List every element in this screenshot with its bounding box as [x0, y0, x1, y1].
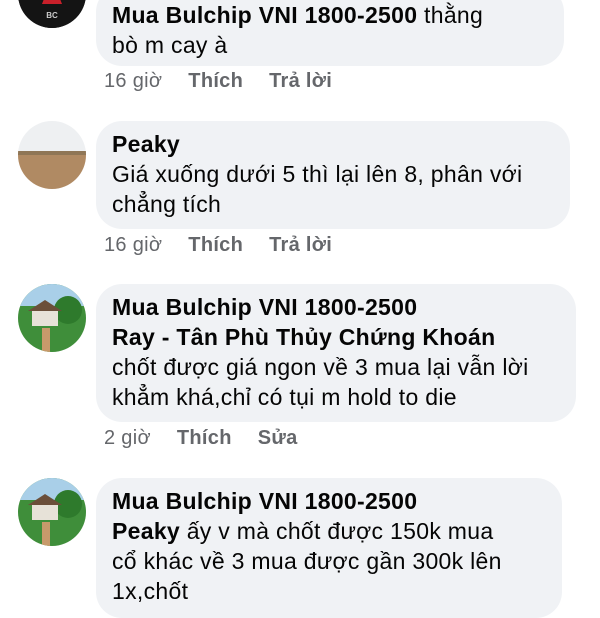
comment-text: thằng: [417, 2, 484, 28]
comment-bubble: Peaky Giá xuống dưới 5 thì lại lên 8, ph…: [96, 121, 570, 229]
commenter-avatar[interactable]: [18, 478, 86, 546]
comment-time[interactable]: 16 giờ: [104, 70, 162, 93]
commenter-avatar[interactable]: BC: [18, 0, 86, 28]
commenter-avatar[interactable]: [18, 121, 86, 189]
comment-text: 1x,chốt: [112, 578, 189, 604]
comment-line: Giá xuống dưới 5 thì lại lên 8, phân với: [112, 159, 554, 189]
comment-text: Giá xuống dưới 5 thì lại lên 8, phân với: [112, 161, 523, 187]
house-avatar-image: [18, 284, 86, 352]
like-button[interactable]: Thích: [188, 70, 243, 93]
comment-line: Mua Bulchip VNI 1800-2500: [112, 292, 560, 322]
like-button[interactable]: Thích: [177, 427, 232, 450]
comment-bubble: Mua Bulchip VNI 1800-2500 Peaky ấy v mà …: [96, 478, 562, 618]
comment-bubble: Mua Bulchip VNI 1800-2500 Ray - Tân Phù …: [96, 284, 576, 422]
comment-actions: 2 giờ Thích Sửa: [104, 427, 298, 450]
comment-text: chẳng tích: [112, 191, 222, 217]
edit-button[interactable]: Sửa: [258, 427, 298, 450]
comment-line: 1x,chốt: [112, 576, 546, 606]
house-avatar-image: [18, 478, 86, 546]
comment-author[interactable]: Mua Bulchip VNI 1800-2500: [112, 294, 417, 320]
comment-text: cổ khác về 3 mua được gần 300k lên: [112, 548, 502, 574]
comment-line: chốt được giá ngon về 3 mua lại vẫn lời: [112, 352, 560, 382]
commenter-avatar[interactable]: [18, 284, 86, 352]
comment-actions: 16 giờ Thích Trả lời: [104, 234, 332, 257]
comment-line: bò m cay à: [112, 30, 548, 60]
field-avatar-image: [18, 121, 86, 189]
comment-line: cổ khác về 3 mua được gần 300k lên: [112, 546, 546, 576]
comment-line: khẳm khá,chỉ có tụi m hold to die: [112, 382, 560, 412]
comment-line: Mua Bulchip VNI 1800-2500: [112, 486, 546, 516]
comment-text: khẳm khá,chỉ có tụi m hold to die: [112, 384, 457, 410]
comment-text: bò m cay à: [112, 32, 228, 58]
reply-button[interactable]: Trả lời: [269, 234, 332, 257]
comment-line: Mua Bulchip VNI 1800-2500 thằng: [112, 0, 548, 30]
comment-author[interactable]: Peaky: [112, 131, 180, 157]
avatar-logo-text: BC: [46, 11, 58, 20]
comment-actions: 16 giờ Thích Trả lời: [104, 70, 332, 93]
comment-bubble: Mua Bulchip VNI 1800-2500 thằng bò m cay…: [96, 0, 564, 66]
comment-line: chẳng tích: [112, 189, 554, 219]
comment-author[interactable]: Mua Bulchip VNI 1800-2500: [112, 488, 417, 514]
comment-line: Peaky ấy v mà chốt được 150k mua: [112, 516, 546, 546]
comment-text: chốt được giá ngon về 3 mua lại vẫn lời: [112, 354, 529, 380]
mentioned-user[interactable]: Peaky: [112, 518, 180, 544]
comment-time[interactable]: 2 giờ: [104, 427, 151, 450]
comment-author[interactable]: Mua Bulchip VNI 1800-2500: [112, 2, 417, 28]
logo-avatar-image: BC: [18, 0, 86, 28]
comment-line: Peaky: [112, 129, 554, 159]
mentioned-user[interactable]: Ray - Tân Phù Thủy Chứng Khoán: [112, 324, 495, 350]
comment-time[interactable]: 16 giờ: [104, 234, 162, 257]
comment-line: Ray - Tân Phù Thủy Chứng Khoán: [112, 322, 560, 352]
reply-button[interactable]: Trả lời: [269, 70, 332, 93]
comment-text: ấy v mà chốt được 150k mua: [180, 518, 494, 544]
like-button[interactable]: Thích: [188, 234, 243, 257]
